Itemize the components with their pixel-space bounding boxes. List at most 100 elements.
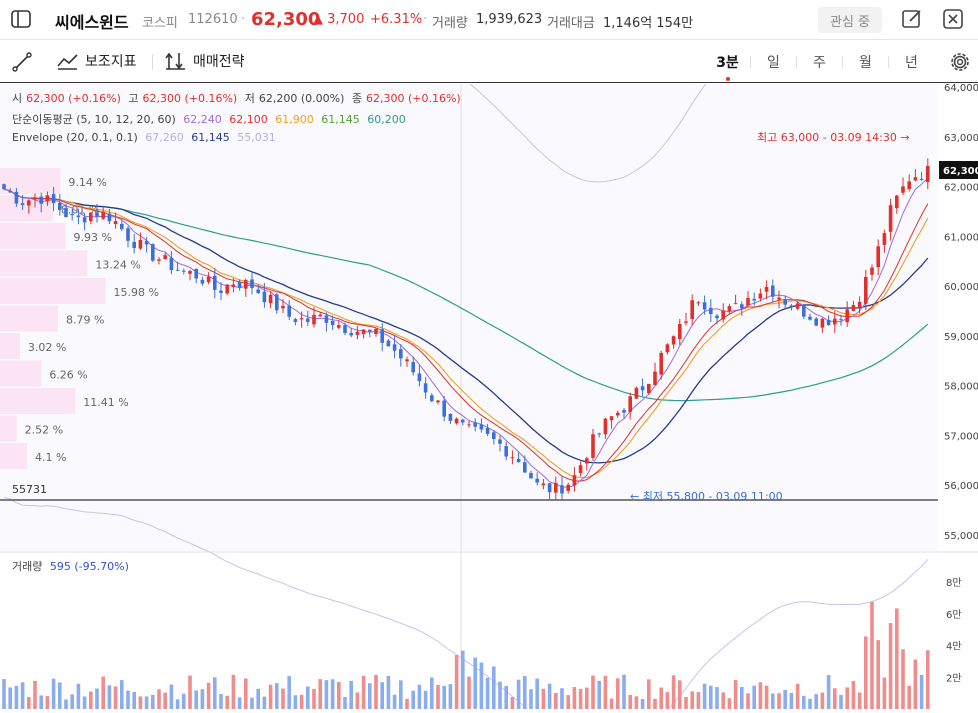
volume-bar <box>355 692 360 709</box>
volume-bar <box>454 655 459 709</box>
volume-profile-label: 8.79 % <box>66 314 104 327</box>
candle-body <box>206 276 211 283</box>
amount-label: 거래대금 <box>547 16 595 31</box>
volume-profile-label: 15.98 % <box>113 286 158 299</box>
volume-bar <box>634 696 639 709</box>
tab-week[interactable]: 주 <box>797 52 842 72</box>
chart-area[interactable]: 9.14 % 8.01 % 9.93 % 13.24 % 15.98 % 8.79 % 3.… <box>0 0 978 713</box>
volume-bar <box>368 683 372 709</box>
volume-bar <box>504 685 508 709</box>
volume-bar <box>876 640 880 709</box>
volume-bar <box>479 662 484 709</box>
volume-bar <box>275 683 279 709</box>
settings-gear-icon[interactable] <box>948 50 972 74</box>
candlestick-chart[interactable]: 9.14 %8.01 %9.93 %13.24 %15.98 %8.79 %3.… <box>0 0 978 713</box>
volume-bar <box>758 682 763 709</box>
strategy-button[interactable]: 매매전략 <box>165 51 245 71</box>
candle-body <box>20 203 25 206</box>
volume-bar <box>864 636 868 709</box>
market-label: 코스피 <box>142 16 178 31</box>
candle-body <box>126 228 130 241</box>
tab-month[interactable]: 월 <box>843 52 888 72</box>
separator-dot: · <box>241 12 246 27</box>
volume-profile-label: 6.26 % <box>49 369 87 382</box>
candle-body <box>876 246 880 268</box>
volume-bar <box>715 687 719 709</box>
volume-bar <box>566 695 570 709</box>
candle-body <box>95 212 99 217</box>
volume-bar <box>628 694 632 709</box>
volume-bar <box>132 692 136 709</box>
candle-body <box>684 321 688 323</box>
candle-body <box>653 371 657 386</box>
volume-bar <box>250 697 254 709</box>
candle-body <box>386 340 391 347</box>
volume-bar <box>430 677 434 709</box>
high-value: 62,300 (+0.16%) <box>142 92 238 105</box>
candle-body <box>120 223 124 230</box>
candle-body <box>492 432 496 440</box>
drawing-tool-icon[interactable] <box>11 51 33 73</box>
candle-body <box>870 267 874 275</box>
edit-icon[interactable] <box>900 7 924 31</box>
sidebar-toggle-icon[interactable] <box>10 8 32 30</box>
volume-bar <box>225 695 229 709</box>
candle-body <box>417 373 422 382</box>
candle-body <box>368 329 372 332</box>
tab-3min[interactable]: 3분 <box>705 52 750 81</box>
tab-year[interactable]: 년 <box>889 52 934 72</box>
price-plot-bg <box>0 84 938 551</box>
candle-body <box>64 207 68 218</box>
indicator-button[interactable]: 보조지표 <box>57 51 137 71</box>
price-axis-label: 56,000 <box>944 481 978 492</box>
volume-profile-bar <box>0 443 28 469</box>
volume-bar <box>709 685 713 709</box>
candle-body <box>485 427 490 434</box>
volume-bar <box>585 687 589 709</box>
candle-body <box>219 290 223 293</box>
volume-bar <box>33 680 37 709</box>
candle-body <box>622 410 626 413</box>
candle-body <box>349 332 353 336</box>
watchlist-button[interactable]: 관심 중 <box>818 7 882 33</box>
tab-day[interactable]: 일 <box>751 52 796 72</box>
volume-bar <box>169 684 174 709</box>
candle-body <box>318 314 322 317</box>
volume-axis-label: 2만 <box>946 672 962 684</box>
volume-bar <box>163 692 167 709</box>
volume-bar <box>39 695 43 709</box>
candle-body <box>312 314 316 325</box>
candle-body <box>256 289 260 293</box>
candle-body <box>857 301 862 308</box>
ohlc-legend: 시 62,300 (+0.16%) 고 62,300 (+0.16%) 저 62,20… <box>12 90 465 106</box>
open-value: 62,300 (+0.16%) <box>26 92 121 105</box>
volume-bar <box>219 693 223 709</box>
candle-body <box>659 352 663 375</box>
candle-body <box>603 418 608 435</box>
volume-bar <box>318 679 322 709</box>
stock-code: 112610 <box>188 12 238 27</box>
volume-profile-label: 9.14 % <box>68 176 106 189</box>
volume-bar <box>888 623 893 709</box>
candle-body <box>591 434 595 458</box>
candle-body <box>461 419 465 423</box>
candle-body <box>262 291 267 303</box>
volume-bar <box>665 692 670 709</box>
volume-bar <box>516 679 521 709</box>
candle-body <box>467 424 471 426</box>
volume-profile-bar <box>0 278 106 304</box>
close-icon[interactable] <box>941 7 965 31</box>
candle-body <box>132 241 136 248</box>
ma-label: 단순이동평균 (5, 10, 12, 20, 60) <box>12 113 176 126</box>
volume-bar <box>647 679 651 709</box>
candle-body <box>163 255 167 260</box>
candle-body <box>560 485 564 494</box>
candle-body <box>901 186 905 193</box>
price-axis-label: 59,000 <box>944 332 978 343</box>
volume-bar <box>845 687 849 709</box>
volume-bar <box>213 677 217 709</box>
volume-bar <box>20 682 25 709</box>
envelope-lower: 55,031 <box>237 131 276 144</box>
volume-profile-bar <box>0 195 53 222</box>
volume-bar <box>901 649 905 709</box>
